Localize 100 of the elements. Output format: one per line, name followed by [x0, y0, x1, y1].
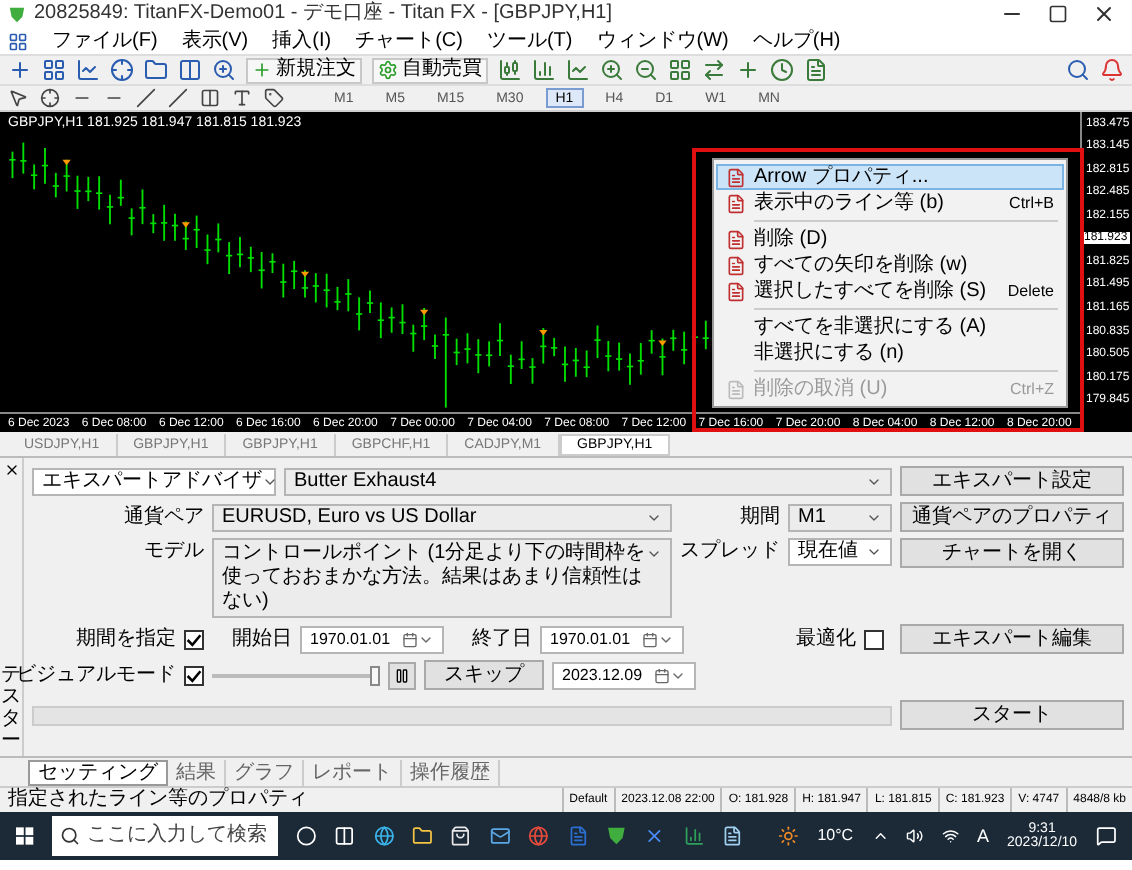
period-dropdown[interactable]: M1: [788, 503, 892, 531]
speed-slider-thumb[interactable]: [370, 665, 380, 685]
open-chart-button[interactable]: チャートを開く: [900, 538, 1124, 568]
menu-item[interactable]: ウィンドウ(W): [596, 31, 729, 51]
menu-item[interactable]: 表示中のライン等 (b) Ctrl+B: [716, 190, 1064, 216]
scroll-icon[interactable]: [702, 58, 726, 82]
menu-item[interactable]: すべての矢印を削除 (w): [716, 252, 1064, 278]
new-chart-icon[interactable]: [8, 58, 32, 82]
weather-icon[interactable]: [778, 824, 800, 848]
line-chart-icon[interactable]: [566, 58, 590, 82]
field-label: 終了日: [470, 629, 532, 649]
candle-chart-icon[interactable]: [498, 58, 522, 82]
menu-item[interactable]: 選択したすべてを削除 (S) Delete: [716, 278, 1064, 304]
properties-icon: [726, 255, 746, 275]
search-icon[interactable]: [1066, 58, 1090, 82]
notepad-icon[interactable]: [721, 824, 743, 848]
layout-icon[interactable]: [42, 58, 66, 82]
auto-trading-button[interactable]: 自動売買: [372, 57, 488, 83]
crosshair-icon[interactable]: [110, 58, 134, 82]
grid-icon[interactable]: [668, 58, 692, 82]
calendar-icon: [654, 667, 670, 683]
visual-mode-checkbox[interactable]: [184, 665, 204, 685]
properties-icon: [726, 379, 746, 399]
spread-dropdown[interactable]: 現在値: [788, 538, 892, 566]
taskbar-search-field[interactable]: ここに入力して検索: [51, 816, 279, 856]
model-dropdown[interactable]: コントロールポイント (1分足より下の時間枠を使っておおまかな方法。結果はあまり信頼性はない): [212, 538, 672, 618]
close-icon[interactable]: [3, 462, 19, 478]
optimization-checkbox[interactable]: [864, 629, 884, 649]
notification-icon[interactable]: [1095, 824, 1116, 848]
field-label: モデル: [142, 538, 204, 562]
search-icon: [59, 826, 80, 846]
expert-type-dropdown[interactable]: エキスパートアドバイザ: [32, 467, 276, 495]
store-bag-icon[interactable]: [450, 824, 472, 848]
zoom-in-icon[interactable]: [600, 58, 624, 82]
start-button[interactable]: スタート: [900, 700, 1124, 730]
gear-icon: [378, 60, 398, 80]
clock-icon[interactable]: [770, 58, 794, 82]
expert-settings-button[interactable]: エキスパート設定: [900, 466, 1124, 496]
text-tool-icon[interactable]: [232, 88, 252, 108]
app-logo-icon[interactable]: [605, 824, 627, 848]
mail-icon[interactable]: [489, 824, 511, 848]
tester-tab[interactable]: セッティング: [28, 760, 168, 786]
menu-item[interactable]: 挿入(I): [272, 31, 332, 51]
properties-icon: [726, 281, 746, 301]
trend-line-icon[interactable]: [136, 88, 156, 108]
end-date-field[interactable]: 1970.01.01: [540, 625, 684, 653]
folder-icon[interactable]: [144, 58, 168, 82]
skip-button[interactable]: スキップ: [424, 660, 544, 690]
document-icon[interactable]: [567, 824, 588, 848]
use-date-checkbox[interactable]: [184, 629, 204, 649]
x-app-icon[interactable]: [644, 824, 666, 848]
spreadsheet-icon[interactable]: [683, 824, 704, 848]
zoom-out-icon[interactable]: [634, 58, 658, 82]
cursor-icon[interactable]: [8, 88, 28, 108]
properties-icon: [726, 229, 746, 249]
globe-icon[interactable]: [528, 824, 550, 848]
folder-icon[interactable]: [412, 824, 433, 848]
browser-icon[interactable]: [373, 824, 395, 848]
menu-item[interactable]: すべてを非選択にする (A): [716, 314, 1064, 340]
ime-indicator[interactable]: A: [977, 827, 990, 845]
crosshair-icon[interactable]: [40, 88, 60, 108]
checkbox-label: 最適化: [796, 629, 856, 649]
chart-icon[interactable]: [76, 58, 100, 82]
menu-item[interactable]: Arrow プロパティ...: [716, 164, 1064, 190]
calendar-icon: [642, 631, 658, 647]
edit-expert-button[interactable]: エキスパート編集: [900, 624, 1124, 654]
new-order-button[interactable]: 新規注文: [246, 57, 362, 83]
symbol-dropdown[interactable]: EURUSD, Euro vs US Dollar: [212, 503, 672, 531]
circle-icon[interactable]: [296, 824, 317, 848]
menu-item[interactable]: 削除 (D): [716, 226, 1064, 252]
pause-button[interactable]: [388, 661, 416, 689]
symbol-properties-button[interactable]: 通貨ペアのプロパティ: [900, 502, 1124, 532]
menu-item[interactable]: 表示(V): [181, 31, 249, 51]
network-icon[interactable]: [941, 826, 959, 846]
skip-date-field[interactable]: 2023.12.09: [552, 661, 696, 689]
window-title: 20825849: TitanFX-Demo01 - デモ口座 - Titan FX - [GBPJPY,H1]: [34, 4, 612, 24]
properties-icon: [726, 193, 746, 213]
app-logo-icon: [8, 5, 26, 23]
window-icon[interactable]: [178, 58, 202, 82]
zoom-icon[interactable]: [212, 58, 236, 82]
volume-icon[interactable]: [906, 826, 924, 846]
menu-item[interactable]: チャート(C): [355, 31, 463, 51]
chart-window-icon[interactable]: [8, 31, 28, 51]
maximize-icon[interactable]: [1048, 4, 1068, 24]
label-icon[interactable]: [264, 88, 284, 108]
windows-logo-icon[interactable]: [16, 826, 34, 846]
menu-item[interactable]: ヘルプ(H): [752, 31, 841, 51]
menu-item[interactable]: 非選択にする (n): [716, 340, 1064, 366]
status-hint: 指定されたライン等のプロパティ: [6, 790, 310, 810]
checkbox-label: ビジュアルモード: [16, 665, 176, 685]
field-label: 期間: [738, 507, 780, 527]
menu-item[interactable]: ツール(T): [486, 31, 573, 51]
bar-chart-icon[interactable]: [532, 58, 556, 82]
task-view-icon[interactable]: [334, 824, 356, 848]
start-date-field[interactable]: 1970.01.01: [300, 625, 444, 653]
close-icon[interactable]: [1092, 2, 1116, 26]
template-icon[interactable]: [804, 58, 828, 82]
plus-icon: [252, 60, 272, 80]
menu-item[interactable]: ファイル(F): [52, 31, 158, 51]
expert-dropdown[interactable]: Butter Exhaust4: [284, 467, 892, 495]
